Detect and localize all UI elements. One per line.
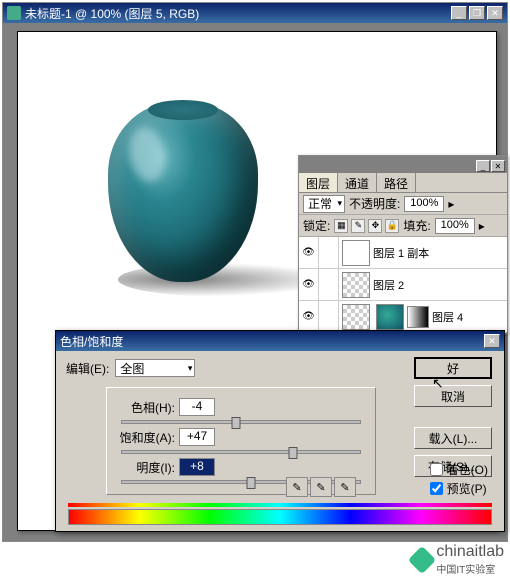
colorize-checkbox[interactable] [430,463,443,476]
vase-artwork [108,102,258,282]
fill-input[interactable]: 100% [435,218,475,234]
layer-name[interactable]: 图层 4 [432,309,507,325]
layers-panel: _ ✕ 图层 通道 路径 正常 不透明度: 100% ▸ 锁定: ▦ ✎ ✥ 🔒… [298,155,508,334]
lock-transparency-icon[interactable]: ▦ [334,219,348,233]
title-bar: 未标题-1 @ 100% (图层 5, RGB) _ ❐ ✕ [3,3,507,23]
watermark: chinaitlab 中国IT实验室 [412,543,504,576]
lightness-input[interactable]: +8 [179,458,215,476]
panel-minimize-button[interactable]: _ [476,160,490,172]
opacity-label: 不透明度: [349,195,400,212]
hue-spectrum-bottom [68,509,492,525]
minimize-button[interactable]: _ [451,6,467,20]
lock-paint-icon[interactable]: ✎ [351,219,365,233]
layer-mask-thumbnail[interactable] [407,306,429,328]
hue-saturation-dialog: 色相/饱和度 ✕ 编辑(E): 全图 色相(H): -4 饱和度(A): +47… [55,330,505,532]
layer-row[interactable]: 👁 图层 4 [299,301,507,333]
cancel-button[interactable]: 取消 [414,385,492,407]
layer-name[interactable]: 图层 2 [373,277,507,293]
panel-close-button[interactable]: ✕ [491,160,505,172]
lightness-label: 明度(I): [115,459,175,476]
eyedropper-subtract-icon[interactable]: ✎ [334,477,356,497]
ok-button[interactable]: 好 [414,357,492,379]
saturation-slider[interactable] [121,450,361,454]
layer-row[interactable]: 👁 图层 2 [299,269,507,301]
lock-label: 锁定: [303,217,330,234]
saturation-input[interactable]: +47 [179,428,215,446]
hue-slider[interactable] [121,420,361,424]
lock-move-icon[interactable]: ✥ [368,219,382,233]
layer-name[interactable]: 图层 1 副本 [373,245,507,261]
layer-thumbnail[interactable] [342,240,370,266]
tab-paths[interactable]: 路径 [377,173,416,192]
saturation-label: 饱和度(A): [115,429,175,446]
visibility-toggle[interactable]: 👁 [299,301,319,333]
hue-label: 色相(H): [115,399,175,416]
maximize-button[interactable]: ❐ [469,6,485,20]
blend-mode-dropdown[interactable]: 正常 [303,195,345,213]
lock-all-icon[interactable]: 🔒 [385,219,399,233]
layer-thumbnail[interactable] [342,304,370,330]
close-button[interactable]: ✕ [487,6,503,20]
document-title: 未标题-1 @ 100% (图层 5, RGB) [25,5,451,22]
tab-channels[interactable]: 通道 [338,173,377,192]
hue-input[interactable]: -4 [179,398,215,416]
dialog-close-button[interactable]: ✕ [484,334,500,348]
preview-checkbox[interactable] [430,482,443,495]
eyedropper-add-icon[interactable]: ✎ [310,477,332,497]
layer-thumbnail[interactable] [376,304,404,330]
visibility-toggle[interactable]: 👁 [299,237,319,269]
opacity-input[interactable]: 100% [404,196,444,212]
layer-row[interactable]: 👁 图层 1 副本 [299,237,507,269]
arrow-icon[interactable]: ▸ [479,219,485,233]
arrow-icon[interactable]: ▸ [448,197,454,211]
watermark-brand: chinaitlab [436,543,504,561]
dialog-title: 色相/饱和度 [60,333,484,350]
watermark-sub: 中国IT实验室 [436,561,504,576]
hue-spectrum-top [68,503,492,507]
dialog-titlebar[interactable]: 色相/饱和度 ✕ [56,331,504,351]
preview-label: 预览(P) [447,480,487,497]
app-icon [7,6,21,20]
load-button[interactable]: 载入(L)... [414,427,492,449]
edit-dropdown[interactable]: 全图 [115,359,195,377]
layer-list: 👁 图层 1 副本 👁 图层 2 👁 图层 4 [299,237,507,333]
edit-label: 编辑(E): [66,360,109,377]
visibility-toggle[interactable]: 👁 [299,269,319,301]
fill-label: 填充: [403,217,430,234]
watermark-logo-icon [408,545,436,573]
tab-layers[interactable]: 图层 [299,173,338,192]
colorize-label: 着色(O) [447,461,488,478]
eyedropper-icon[interactable]: ✎ [286,477,308,497]
layer-thumbnail[interactable] [342,272,370,298]
